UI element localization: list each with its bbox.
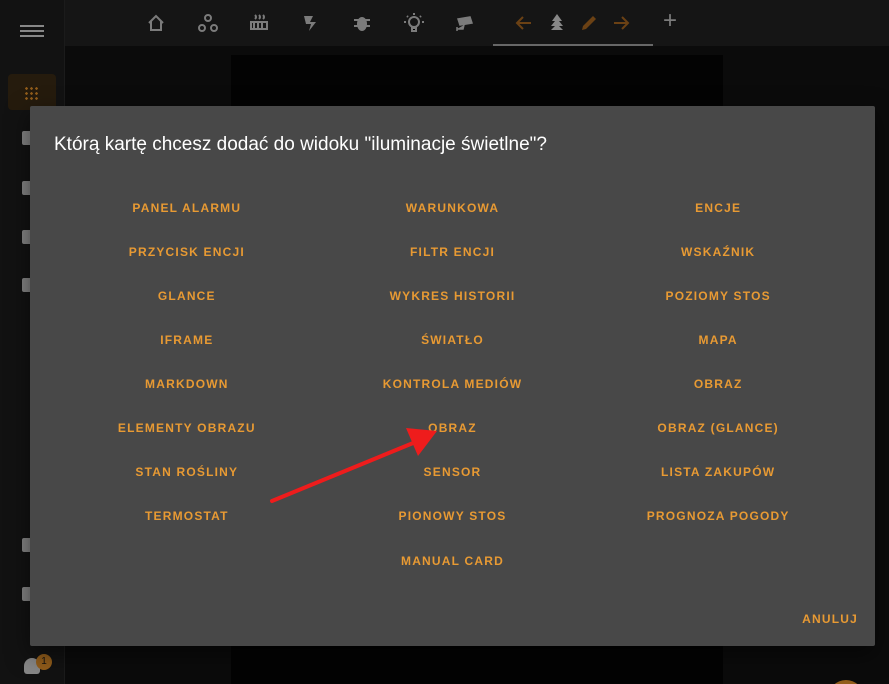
card-option-iframe[interactable]: IFRAME xyxy=(54,318,320,362)
card-option-glance[interactable]: GLANCE xyxy=(54,274,320,318)
card-option-picture-elements[interactable]: ELEMENTY OBRAZU xyxy=(54,406,320,450)
card-option-markdown[interactable]: MARKDOWN xyxy=(54,362,320,406)
card-option-entity-button[interactable]: PRZYCISK ENCJI xyxy=(54,230,320,274)
card-option-picture[interactable]: OBRAZ xyxy=(585,362,851,406)
card-option-thermostat[interactable]: TERMOSTAT xyxy=(54,494,320,538)
card-option-light[interactable]: ŚWIATŁO xyxy=(320,318,586,362)
card-option-entity-filter[interactable]: FILTR ENCJI xyxy=(320,230,586,274)
cancel-button[interactable]: ANULUJ xyxy=(802,612,858,626)
card-option-entities[interactable]: ENCJE xyxy=(585,186,851,230)
card-option-vertical-stack[interactable]: PIONOWY STOS xyxy=(320,494,586,538)
card-option-shopping-list[interactable]: LISTA ZAKUPÓW xyxy=(585,450,851,494)
manual-card-row: MANUAL CARD xyxy=(30,550,875,572)
card-type-grid: PANEL ALARMU WARUNKOWA ENCJE PRZYCISK EN… xyxy=(54,186,851,538)
card-option-history-graph[interactable]: WYKRES HISTORII xyxy=(320,274,586,318)
card-option-alarm-panel[interactable]: PANEL ALARMU xyxy=(54,186,320,230)
add-card-dialog: Którą kartę chcesz dodać do widoku "ilum… xyxy=(30,106,875,646)
card-option-conditional[interactable]: WARUNKOWA xyxy=(320,186,586,230)
card-option-map[interactable]: MAPA xyxy=(585,318,851,362)
card-option-gauge[interactable]: WSKAŹNIK xyxy=(585,230,851,274)
manual-card-button[interactable]: MANUAL CARD xyxy=(393,550,512,572)
card-option-weather-forecast[interactable]: PROGNOZA POGODY xyxy=(585,494,851,538)
card-option-horizontal-stack[interactable]: POZIOMY STOS xyxy=(585,274,851,318)
card-option-picture-glance[interactable]: OBRAZ (GLANCE) xyxy=(585,406,851,450)
card-option-plant-status[interactable]: STAN ROŚLINY xyxy=(54,450,320,494)
dialog-title: Którą kartę chcesz dodać do widoku "ilum… xyxy=(54,134,547,155)
card-option-media-control[interactable]: KONTROLA MEDIÓW xyxy=(320,362,586,406)
card-option-sensor[interactable]: SENSOR xyxy=(320,450,586,494)
card-option-picture-entity[interactable]: OBRAZ xyxy=(320,406,586,450)
